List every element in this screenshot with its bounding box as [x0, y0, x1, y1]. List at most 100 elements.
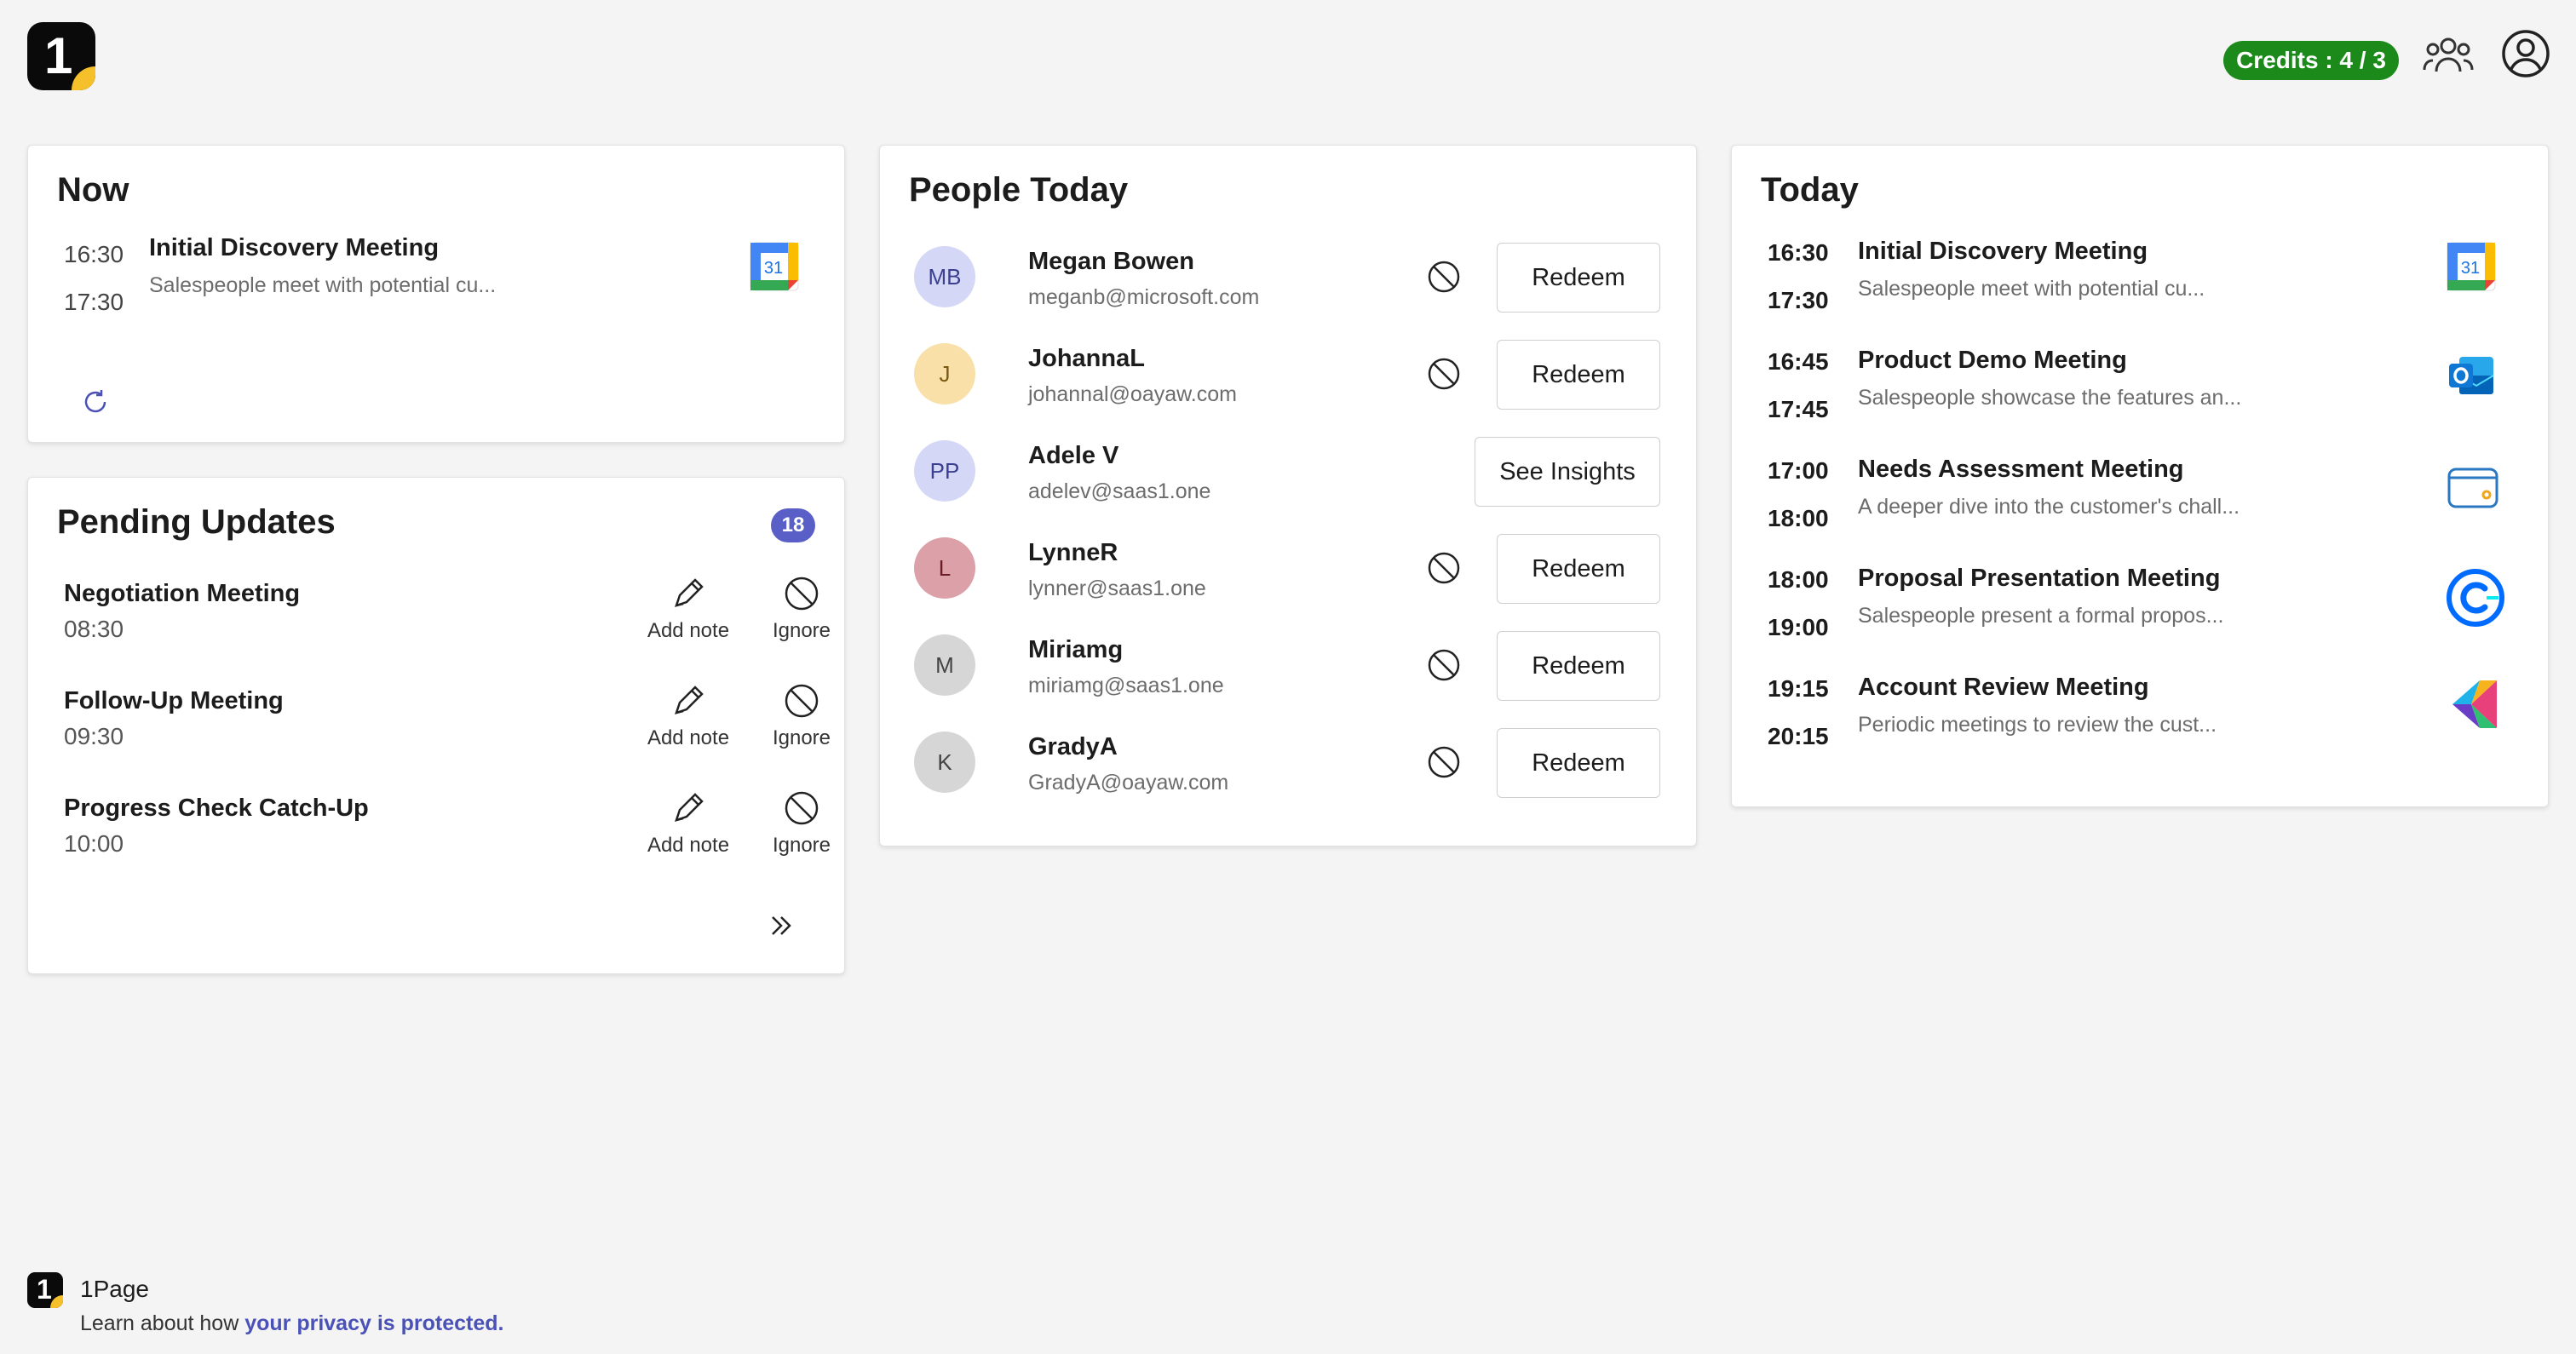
person-name: Adele V	[1028, 442, 1119, 469]
pending-updates-card: Pending Updates 18 Negotiation Meeting 0…	[27, 477, 845, 974]
google-calendar-icon: 31	[749, 241, 800, 296]
person-row: L LynneR lynner@saas1.one Redeem	[880, 534, 1696, 634]
block-icon[interactable]	[1425, 743, 1463, 785]
event-desc: Salespeople showcase the features an...	[1858, 386, 2242, 410]
add-note-button[interactable]: Add note	[624, 575, 752, 643]
pending-item-time: 10:00	[64, 830, 124, 857]
block-icon[interactable]	[1425, 258, 1463, 300]
privacy-link[interactable]: your privacy is protected.	[244, 1311, 503, 1335]
pending-title: Pending Updates	[57, 503, 336, 541]
people-today-card: People Today MB Megan Bowen meganb@micro…	[879, 145, 1697, 846]
wallet-icon	[2446, 459, 2500, 518]
person-email: GradyA@oayaw.com	[1028, 771, 1229, 795]
calendly-icon	[2446, 568, 2505, 632]
event-end-time: 20:15	[1768, 723, 1829, 749]
block-icon	[785, 577, 819, 611]
add-note-label: Add note	[647, 726, 730, 749]
pencil-icon	[675, 793, 704, 822]
redeem-button[interactable]: Redeem	[1497, 340, 1660, 410]
person-email: johannal@oayaw.com	[1028, 382, 1237, 406]
event-end-time: 17:45	[1768, 396, 1829, 422]
today-event[interactable]: 17:00 18:00 Needs Assessment Meeting A d…	[1732, 452, 2548, 561]
now-title: Now	[57, 171, 129, 209]
footer-privacy-text: Learn about how your privacy is protecte…	[80, 1311, 503, 1336]
person-email: adelev@saas1.one	[1028, 479, 1211, 503]
pending-item-time: 08:30	[64, 616, 124, 642]
footer-brand: 1Page	[80, 1276, 149, 1302]
footer-logo-text: 1	[37, 1274, 52, 1305]
today-title: Today	[1761, 171, 1859, 209]
ignore-button[interactable]: Ignore	[750, 575, 853, 643]
ignore-label: Ignore	[772, 834, 831, 857]
event-desc: Salespeople meet with potential cu...	[1858, 277, 2205, 301]
person-name: LynneR	[1028, 539, 1118, 566]
today-event[interactable]: 16:30 17:30 Initial Discovery Meeting Sa…	[1732, 234, 2548, 343]
avatar: MB	[914, 246, 975, 307]
redeem-button[interactable]: Redeem	[1497, 728, 1660, 798]
pending-item-title: Follow-Up Meeting	[64, 687, 284, 714]
outlook-icon	[2446, 350, 2497, 405]
chevron-double-right-icon[interactable]	[764, 909, 798, 947]
block-icon	[785, 791, 819, 825]
redeem-button[interactable]: Redeem	[1497, 243, 1660, 313]
block-icon[interactable]	[1425, 549, 1463, 591]
pending-item-title: Negotiation Meeting	[64, 580, 301, 607]
today-event[interactable]: 19:15 20:15 Account Review Meeting Perio…	[1732, 670, 2548, 779]
person-row: J JohannaL johannal@oayaw.com Redeem	[880, 340, 1696, 440]
person-row: MB Megan Bowen meganb@microsoft.com Rede…	[880, 243, 1696, 343]
google-calendar-icon: 31	[2446, 241, 2497, 296]
pencil-icon	[675, 686, 704, 714]
today-event[interactable]: 18:00 19:00 Proposal Presentation Meetin…	[1732, 561, 2548, 670]
ignore-button[interactable]: Ignore	[750, 682, 853, 750]
now-end-time: 17:30	[64, 289, 124, 315]
now-meeting-title[interactable]: Initial Discovery Meeting	[149, 234, 439, 262]
pending-item-time: 09:30	[64, 723, 124, 749]
credits-badge[interactable]: Credits : 4 / 3	[2223, 41, 2399, 80]
now-meeting-desc: Salespeople meet with potential cu...	[149, 273, 497, 297]
ignore-label: Ignore	[772, 726, 831, 749]
event-desc: Periodic meetings to review the cust...	[1858, 713, 2217, 737]
redeem-button[interactable]: Redeem	[1497, 631, 1660, 701]
see-insights-button[interactable]: See Insights	[1475, 437, 1660, 507]
person-email: meganb@microsoft.com	[1028, 285, 1260, 309]
svg-text:31: 31	[764, 259, 783, 278]
pending-count-badge: 18	[771, 508, 815, 542]
svg-text:31: 31	[2461, 259, 2480, 278]
avatar: PP	[914, 440, 975, 502]
pending-item-title: Progress Check Catch-Up	[64, 795, 369, 822]
avatar: M	[914, 634, 975, 696]
add-note-label: Add note	[647, 834, 730, 857]
event-title: Account Review Meeting	[1858, 674, 2149, 701]
pending-item: Negotiation Meeting 08:30 Add note Ignor…	[28, 577, 844, 687]
event-end-time: 18:00	[1768, 505, 1829, 531]
person-row: PP Adele V adelev@saas1.one See Insights	[880, 437, 1696, 537]
person-name: JohannaL	[1028, 345, 1145, 372]
avatar: J	[914, 343, 975, 404]
person-name: Miriamg	[1028, 636, 1124, 663]
now-card: Now 16:30 17:30 Initial Discovery Meetin…	[27, 145, 845, 443]
add-note-button[interactable]: Add note	[624, 789, 752, 858]
person-name: GradyA	[1028, 733, 1118, 760]
event-title: Initial Discovery Meeting	[1858, 238, 2148, 265]
add-note-button[interactable]: Add note	[624, 682, 752, 750]
today-event[interactable]: 16:45 17:45 Product Demo Meeting Salespe…	[1732, 343, 2548, 452]
logo-corner	[72, 66, 95, 90]
ignore-button[interactable]: Ignore	[750, 789, 853, 858]
block-icon[interactable]	[1425, 646, 1463, 688]
colorful-app-icon	[2446, 677, 2500, 736]
people-title: People Today	[909, 171, 1129, 209]
person-email: miriamg@saas1.one	[1028, 674, 1224, 697]
user-account-icon[interactable]	[2501, 29, 2550, 83]
refresh-icon[interactable]	[81, 387, 110, 421]
event-start-time: 16:30	[1768, 239, 1829, 266]
footer-logo: 1	[27, 1272, 63, 1308]
block-icon[interactable]	[1425, 355, 1463, 397]
event-desc: A deeper dive into the customer's chall.…	[1858, 495, 2240, 519]
person-name: Megan Bowen	[1028, 248, 1194, 275]
event-title: Needs Assessment Meeting	[1858, 456, 2184, 483]
team-icon[interactable]	[2423, 34, 2474, 83]
pending-item: Progress Check Catch-Up 10:00 Add note I…	[28, 791, 844, 902]
avatar: L	[914, 537, 975, 599]
redeem-button[interactable]: Redeem	[1497, 534, 1660, 604]
app-logo[interactable]: 1	[27, 22, 95, 90]
